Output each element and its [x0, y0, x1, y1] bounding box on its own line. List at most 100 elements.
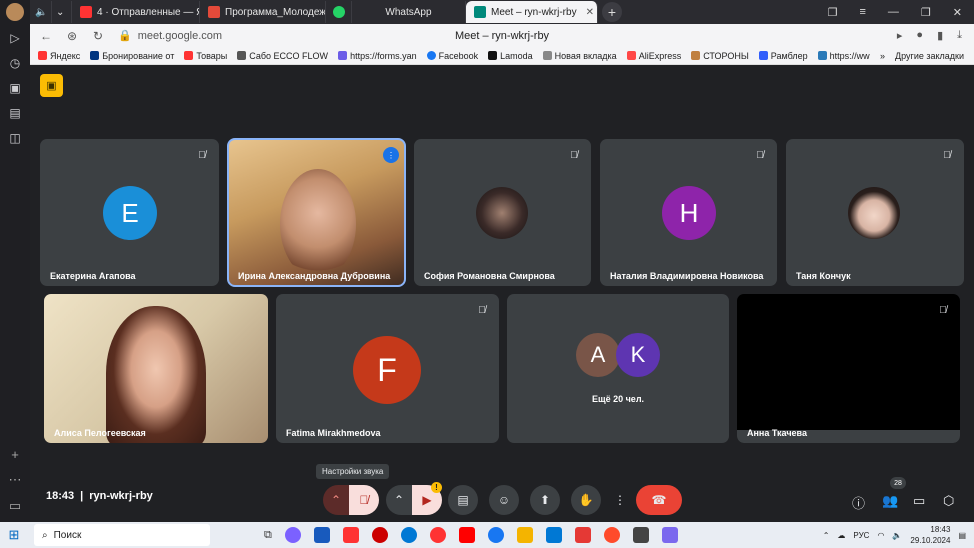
app-icon[interactable]: [284, 527, 301, 543]
tab-whatsapp[interactable]: WhatsApp: [352, 1, 466, 23]
participant-tile[interactable]: 🎙̸ София Романовна Смирнова: [414, 139, 591, 286]
wps-icon[interactable]: [574, 527, 591, 543]
bookmark-item[interactable]: Бронирование от: [90, 51, 174, 61]
participant-tile[interactable]: 🎙̸ E Екатерина Агапова: [40, 139, 219, 286]
winrar-icon[interactable]: [632, 527, 649, 543]
raise-hand-button[interactable]: ✋: [571, 485, 601, 515]
youtube-icon[interactable]: [458, 527, 475, 543]
download-icon[interactable]: ⤓: [957, 29, 962, 42]
avatar: E: [103, 186, 157, 240]
back-icon[interactable]: ←: [36, 29, 56, 43]
more-options-button[interactable]: ⋮: [612, 485, 628, 515]
collections-icon[interactable]: ▣: [7, 80, 23, 96]
tab-switcher-icon[interactable]: ❐: [828, 6, 838, 19]
mic-toggle-button[interactable]: 🎙̸: [349, 485, 379, 515]
tab-sound[interactable]: 🔈: [30, 1, 52, 23]
yandex-icon[interactable]: [429, 527, 446, 543]
reload-icon[interactable]: ↻: [88, 29, 108, 43]
participant-tile[interactable]: 🎙̸ F Fatima Mirakhmedova: [276, 294, 499, 443]
participant-tile[interactable]: 🎙̸ H Наталия Владимировна Новикова: [600, 139, 777, 286]
yandex-id-icon[interactable]: ⊛: [62, 29, 82, 43]
history-icon[interactable]: ◷: [7, 55, 23, 71]
tab-mail[interactable]: 4 · Отправленные — Янде: [72, 1, 200, 23]
restore-icon[interactable]: ❐: [921, 6, 931, 19]
present-button[interactable]: ⬆: [530, 485, 560, 515]
taskbar-search[interactable]: ⌕ Поиск: [34, 524, 210, 546]
app-icon[interactable]: [603, 527, 620, 543]
yandex-browser-icon[interactable]: [342, 527, 359, 543]
participant-tile[interactable]: Алиса Пелогеевская: [44, 294, 268, 443]
language-indicator[interactable]: РУС: [853, 531, 869, 540]
close-icon[interactable]: ✕: [586, 7, 594, 18]
explorer-icon[interactable]: [516, 527, 533, 543]
tooltip: Настройки звука: [316, 464, 390, 479]
opera-icon[interactable]: [371, 527, 388, 543]
bookmark-item[interactable]: AliExpress: [626, 51, 681, 61]
leave-call-button[interactable]: ☎: [636, 485, 682, 515]
close-window-icon[interactable]: ✕: [953, 6, 962, 19]
tab-list-button[interactable]: ⌄: [52, 1, 72, 23]
bookmark-item[interactable]: Facebook: [426, 51, 478, 61]
panel-toggle-icon[interactable]: ▭: [9, 498, 21, 514]
bookmark-item[interactable]: https://forms.yan: [338, 51, 417, 61]
new-tab-button[interactable]: +: [602, 2, 622, 22]
tab-meet[interactable]: Meet – ryn-wkrj-rby ✕: [466, 1, 598, 23]
tab-whatsapp-pinned[interactable]: [326, 1, 352, 23]
bookmark-item[interactable]: Lamoda: [488, 51, 533, 61]
participant-tile[interactable]: 🎙̸ Анна Ткачева: [737, 294, 960, 443]
other-bookmarks[interactable]: Другие закладки: [895, 51, 964, 61]
more-icon[interactable]: ⋯: [9, 472, 22, 488]
network-icon[interactable]: ◠: [877, 531, 884, 540]
participant-tile[interactable]: 🎙̸ Таня Кончук: [786, 139, 964, 286]
edge-icon[interactable]: [400, 527, 417, 543]
participant-tile[interactable]: ⋮ Ирина Александровна Дубровина: [227, 138, 406, 287]
mic-icon[interactable]: ●: [916, 29, 923, 42]
profile-avatar[interactable]: [6, 3, 24, 21]
storony-icon: [691, 51, 701, 60]
menu-icon[interactable]: ≡: [859, 6, 865, 18]
meeting-info-icon[interactable]: ⓘ: [852, 493, 865, 512]
task-view-icon[interactable]: ⧉: [264, 529, 272, 542]
app-icon[interactable]: [661, 527, 678, 543]
participant-name: Екатерина Агапова: [50, 271, 136, 281]
meeting-time: 18:43: [46, 490, 75, 502]
more-bookmarks-icon[interactable]: »: [880, 51, 885, 61]
minimize-icon[interactable]: —: [888, 6, 899, 18]
bookmark-item[interactable]: Яндекс: [38, 51, 80, 61]
meet-stage: ▣ 🎙̸ E Екатерина Агапова ⋮ Ирина Алексан…: [30, 65, 974, 522]
captions-off-icon[interactable]: ▣: [40, 74, 63, 97]
audio-settings-button[interactable]: ⌃: [323, 485, 349, 515]
more-participants-tile[interactable]: A K Ещё 20 чел.: [507, 294, 729, 443]
camera-icon[interactable]: ▸: [897, 29, 903, 42]
word-icon[interactable]: [313, 527, 330, 543]
counter-icon[interactable]: ▤: [7, 105, 23, 121]
bookmark-item[interactable]: Товары: [184, 51, 227, 61]
notifications-icon[interactable]: ▤: [958, 531, 966, 540]
add-icon[interactable]: +: [11, 447, 19, 462]
windows-start-icon[interactable]: ⊞: [2, 522, 26, 548]
cloud-icon[interactable]: ☁: [837, 531, 845, 540]
tab-program[interactable]: Программа_Молодежная: [200, 1, 326, 23]
activities-icon[interactable]: ⬡: [943, 493, 954, 509]
chat-icon[interactable]: ▭: [913, 493, 925, 509]
bookmark-item[interactable]: СТОРОНЫ: [691, 51, 749, 61]
wallet-icon[interactable]: ◫: [7, 130, 23, 146]
facebook-icon[interactable]: [487, 527, 504, 543]
volume-icon[interactable]: 🔈: [892, 531, 902, 540]
url-field[interactable]: 🔒 meet.google.com: [118, 29, 222, 43]
captions-button[interactable]: ▤: [448, 485, 478, 515]
chevron-up-icon[interactable]: ⌃: [823, 531, 830, 540]
reactions-button[interactable]: ☺: [489, 485, 519, 515]
video-settings-button[interactable]: ⌃: [386, 485, 412, 515]
outlook-icon[interactable]: [545, 527, 562, 543]
bookmark-item[interactable]: https://ww: [817, 51, 870, 61]
bookmark-item[interactable]: Сабо ECCO FLOW: [237, 51, 328, 61]
clock[interactable]: 18:43 29.10.2024: [910, 524, 950, 546]
mic-off-icon: 🎙̸: [359, 493, 369, 507]
bookmark-icon[interactable]: ▮: [937, 29, 943, 42]
alice-icon[interactable]: ▷: [7, 30, 23, 46]
bookmark-item[interactable]: Рамблер: [758, 51, 808, 61]
page-icon: [542, 51, 552, 60]
people-icon[interactable]: 👥: [882, 493, 898, 509]
bookmark-item[interactable]: Новая вкладка: [542, 51, 617, 61]
